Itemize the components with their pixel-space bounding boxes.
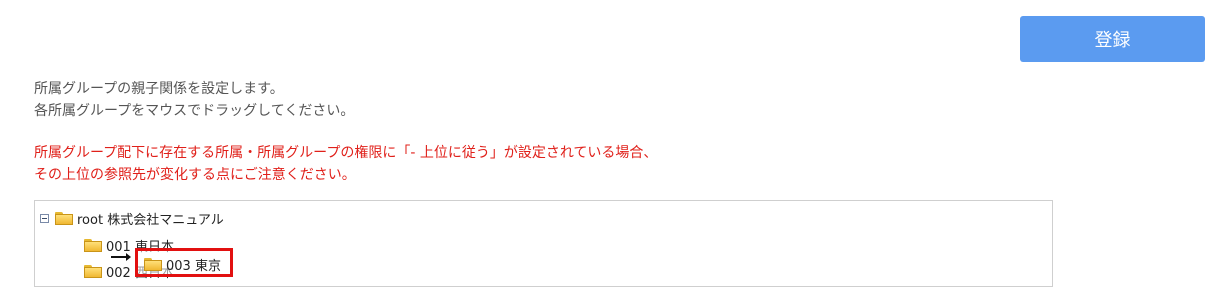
folder-icon [55,212,73,225]
folder-icon [144,258,162,271]
tree-node-root-label: root 株式会社マニュアル [77,213,224,228]
folder-icon [84,265,102,278]
collapse-icon[interactable] [40,214,49,223]
tree-node-dragging[interactable]: 003 東京 [144,255,221,274]
warning-line-1: 所属グループ配下に存在する所属・所属グループの権限に「- 上位に従う」が設定され… [34,145,658,161]
register-button[interactable]: 登録 [1020,16,1205,62]
description-line-1: 所属グループの親子関係を設定します。 [34,81,284,97]
warning-line-2: その上位の参照先が変化する点にご注意ください。 [34,167,356,183]
warning-message: 所属グループ配下に存在する所属・所属グループの権限に「- 上位に従う」が設定され… [34,142,657,186]
tree-node-dragging-label: 003 東京 [166,259,221,274]
folder-icon [84,239,102,252]
drop-position-arrow-icon [111,253,131,261]
tree-node-root[interactable]: root 株式会社マニュアル [40,209,224,228]
description: 所属グループの親子関係を設定します。 各所属グループをマウスでドラッグしてくださ… [34,78,354,122]
description-line-2: 各所属グループをマウスでドラッグしてください。 [34,103,355,119]
